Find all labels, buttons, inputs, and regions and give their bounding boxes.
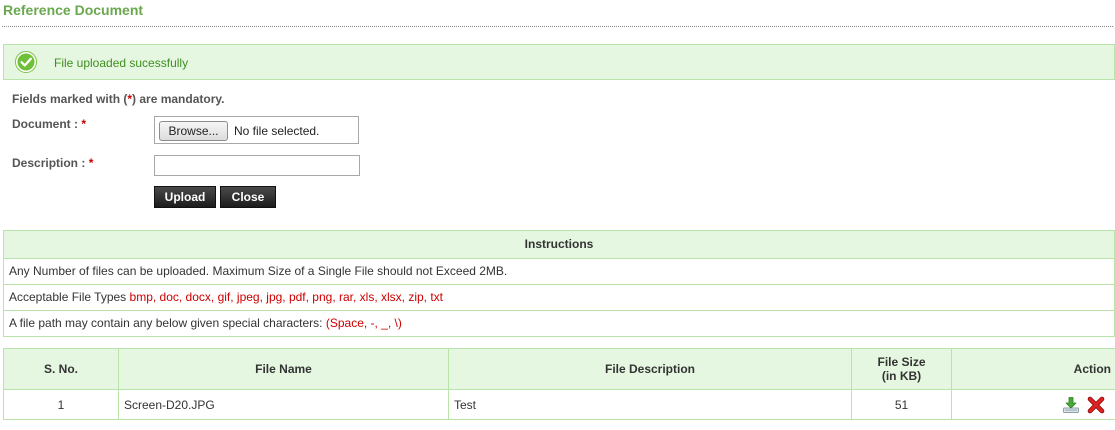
instructions-header: Instructions xyxy=(4,231,1114,259)
cell-sno: 1 xyxy=(3,389,119,420)
download-icon[interactable] xyxy=(1062,396,1080,414)
description-label: Description : * xyxy=(12,156,94,170)
mandatory-note: Fields marked with (*) are mandatory. xyxy=(12,92,225,106)
success-alert: File uploaded sucessfully xyxy=(3,44,1115,80)
close-button[interactable]: Close xyxy=(220,186,276,208)
delete-icon[interactable] xyxy=(1087,396,1105,414)
no-file-selected-text: No file selected. xyxy=(234,124,320,138)
instruction-special-chars: A file path may contain any below given … xyxy=(9,316,402,330)
check-circle-icon xyxy=(15,51,37,73)
cell-file-size: 51 xyxy=(851,389,952,420)
upload-button[interactable]: Upload xyxy=(154,186,216,208)
column-header-file-description: File Description xyxy=(448,348,852,390)
special-chars-list: (Space, -, _, \) xyxy=(325,316,402,330)
instructions-panel: Instructions Any Number of files can be … xyxy=(3,230,1115,337)
column-header-file-size: File Size (in KB) xyxy=(851,348,952,390)
document-file-input[interactable]: Browse... No file selected. xyxy=(154,116,359,144)
column-header-action: Action xyxy=(951,348,1115,390)
cell-actions xyxy=(951,389,1115,420)
column-header-file-name: File Name xyxy=(118,348,449,390)
table-row: 1 Screen-D20.JPG Test 51 xyxy=(3,389,1115,420)
cell-file-name: Screen-D20.JPG xyxy=(118,389,449,420)
instruction-max-size: Any Number of files can be uploaded. Max… xyxy=(4,259,1114,285)
page-title: Reference Document xyxy=(3,2,144,18)
browse-button[interactable]: Browse... xyxy=(159,121,228,141)
success-message: File uploaded sucessfully xyxy=(54,56,189,70)
description-input[interactable] xyxy=(154,155,360,176)
table-header-row: S. No. File Name File Description File S… xyxy=(3,348,1115,390)
file-types-list: bmp, doc, docx, gif, jpeg, jpg, pdf, png… xyxy=(129,290,444,304)
cell-file-description: Test xyxy=(448,389,852,420)
column-header-sno: S. No. xyxy=(3,348,119,390)
instruction-file-types: Acceptable File Types bmp, doc, docx, gi… xyxy=(4,285,1114,311)
title-divider xyxy=(2,26,1113,27)
uploaded-files-table: S. No. File Name File Description File S… xyxy=(3,348,1115,420)
document-label: Document : * xyxy=(12,117,87,131)
